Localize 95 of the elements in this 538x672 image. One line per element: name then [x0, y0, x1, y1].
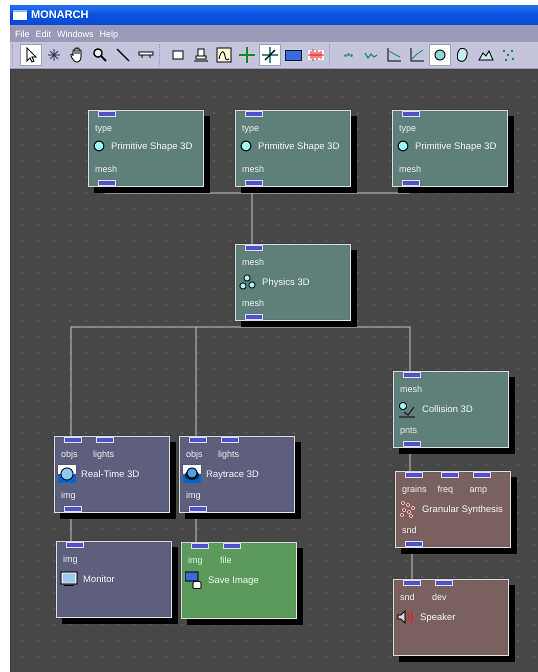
port-label: amp — [470, 484, 488, 495]
window-icon — [13, 8, 27, 22]
zigzag-icon — [364, 52, 378, 58]
node-title: Raytrace 3D — [206, 468, 259, 480]
node-title: Primitive Shape 3D — [258, 140, 340, 152]
magnifier-icon — [91, 46, 109, 64]
port-label: mesh — [242, 298, 264, 309]
rising-chart-icon — [408, 46, 426, 64]
port-label: snd — [402, 525, 417, 536]
input-port[interactable] — [245, 245, 263, 251]
panel-icon — [284, 50, 302, 60]
input-port[interactable] — [403, 372, 421, 378]
port-label: img — [186, 490, 201, 501]
port-label: file — [220, 555, 232, 566]
node-title: Collision 3D — [422, 404, 473, 414]
waveform-icon — [307, 46, 325, 64]
output-port[interactable] — [98, 180, 116, 186]
bar-icon — [138, 51, 154, 59]
input-port[interactable] — [245, 111, 263, 117]
port-label: freq — [438, 484, 454, 495]
output-port[interactable] — [405, 541, 423, 547]
port-label: lights — [93, 449, 114, 460]
input-port[interactable] — [189, 437, 207, 443]
port-label: snd — [400, 592, 415, 603]
node-title: Physics 3D — [262, 276, 310, 288]
output-port[interactable] — [402, 180, 420, 186]
output-port[interactable] — [64, 506, 82, 512]
tool-button[interactable] — [429, 44, 451, 66]
input-port[interactable] — [66, 542, 84, 548]
sphere-icon — [396, 139, 410, 153]
port-label: type — [242, 123, 260, 134]
speaker-icon — [397, 608, 415, 626]
port-label: mesh — [399, 164, 422, 175]
menu-item[interactable]: File — [15, 28, 30, 38]
sphere-icon — [239, 139, 253, 153]
sparkle-icon — [45, 46, 63, 64]
input-port[interactable] — [223, 543, 241, 549]
node-title: Monitor — [83, 574, 115, 584]
plus-icon — [238, 46, 256, 64]
node-title: Primitive Shape 3D — [415, 140, 496, 152]
input-port[interactable] — [402, 111, 420, 117]
port-label: type — [399, 123, 416, 134]
output-port[interactable] — [245, 180, 263, 186]
crosshair-icon — [261, 46, 279, 64]
window-title: MONARCH — [31, 9, 88, 21]
particles-icon — [399, 500, 417, 518]
menu-item[interactable]: Help — [100, 28, 118, 38]
menu-item[interactable]: Edit — [36, 28, 52, 38]
input-port[interactable] — [221, 437, 239, 443]
input-port[interactable] — [440, 472, 459, 478]
input-port[interactable] — [403, 580, 421, 586]
tool-button[interactable] — [20, 44, 42, 66]
menu-item[interactable]: Windows — [57, 28, 94, 38]
port-label: grains — [402, 484, 427, 495]
input-port[interactable] — [435, 580, 453, 586]
port-label: dev — [432, 592, 447, 603]
port-label: img — [61, 490, 76, 501]
port-label: mesh — [242, 257, 264, 268]
sphere-icon — [92, 139, 106, 153]
port-label: type — [95, 123, 112, 134]
port-label: img — [63, 554, 78, 565]
line-icon — [114, 46, 132, 64]
node-title: Real-Time 3D — [81, 468, 140, 480]
output-port[interactable] — [245, 314, 263, 320]
monitor-icon — [60, 570, 78, 588]
port-label: img — [188, 555, 203, 566]
port-label: mesh — [242, 164, 264, 175]
graph-window-icon — [215, 46, 233, 64]
dots-icon — [344, 53, 352, 57]
stamp-icon — [192, 46, 210, 64]
input-port[interactable] — [405, 472, 423, 478]
port-label: objs — [186, 449, 203, 460]
input-port[interactable] — [472, 472, 491, 478]
collision-icon — [397, 400, 417, 418]
molecule-icon — [239, 273, 257, 291]
node-title: Speaker — [420, 612, 456, 622]
input-port[interactable] — [64, 437, 82, 443]
node-title: Save Image — [208, 574, 259, 586]
port-label: lights — [218, 449, 240, 460]
sphere-render-icon — [183, 465, 201, 483]
port-label: pnts — [400, 425, 418, 436]
tool-button[interactable] — [259, 44, 281, 66]
port-label: mesh — [95, 164, 118, 175]
line-chart-icon — [385, 46, 403, 64]
save-image-icon — [185, 571, 203, 589]
node-title: Granular Synthesis — [422, 504, 503, 514]
output-port[interactable] — [189, 506, 207, 512]
port-label: objs — [61, 449, 78, 460]
input-port[interactable] — [98, 111, 116, 117]
output-port[interactable] — [403, 441, 421, 447]
input-port[interactable] — [191, 543, 209, 549]
input-port[interactable] — [96, 437, 114, 443]
node-title: Primitive Shape 3D — [111, 140, 192, 152]
port-label: mesh — [400, 384, 422, 395]
sphere-render-icon — [58, 465, 76, 483]
